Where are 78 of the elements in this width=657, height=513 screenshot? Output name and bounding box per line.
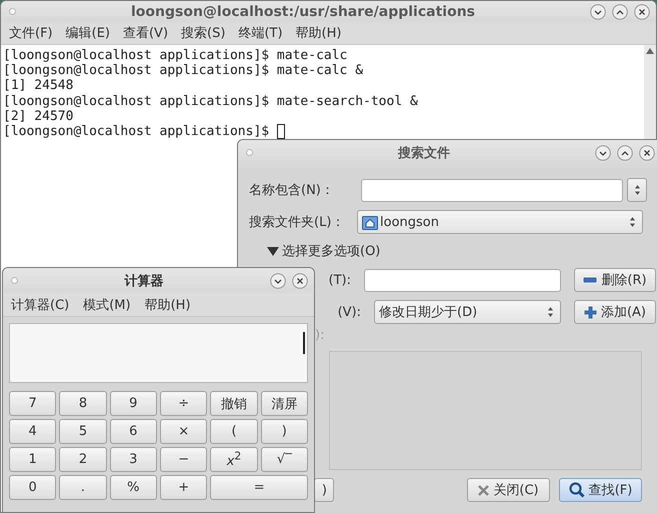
calculator-key[interactable]: % xyxy=(110,475,157,500)
calculator-key[interactable]: 7 xyxy=(9,391,56,416)
window-title: loongson@localhost:/usr/share/applications xyxy=(130,4,476,20)
calculator-key[interactable]: ( xyxy=(210,419,258,444)
maximize-icon[interactable] xyxy=(617,144,633,160)
history-spin-button[interactable] xyxy=(627,178,647,202)
expander-label[interactable]: 选择更多选项(O) xyxy=(282,242,380,260)
home-folder-icon xyxy=(362,214,378,230)
list-label: ): xyxy=(315,328,326,343)
terminal-line: [loongson@localhost applications]$ xyxy=(3,124,270,140)
terminal-line: [loongson@localhost applications]$ mate-calc & xyxy=(3,63,364,78)
updown-icon[interactable] xyxy=(547,306,554,318)
combo-value: 修改日期少于(D) xyxy=(379,304,478,321)
maximize-icon[interactable] xyxy=(612,4,628,20)
updown-icon[interactable] xyxy=(634,184,640,196)
terminal-line: [1] 24548 xyxy=(3,78,74,94)
folder-name: loongson xyxy=(380,214,440,230)
folder-combo[interactable]: loongson xyxy=(357,210,643,234)
menu-item[interactable]: 帮助(H) xyxy=(144,296,191,314)
option-label: (T): xyxy=(328,272,351,288)
menu-item[interactable]: 搜索(S) xyxy=(181,24,226,42)
menu-item[interactable]: 模式(M) xyxy=(83,296,131,314)
calculator-key[interactable]: 9 xyxy=(110,391,157,416)
search-icon xyxy=(568,482,585,498)
calculator-key[interactable]: × xyxy=(160,419,208,444)
option-field[interactable] xyxy=(364,268,561,292)
add-button[interactable]: 添加(A) xyxy=(574,300,656,324)
menu-item[interactable]: 文件(F) xyxy=(9,24,53,42)
calculator-key[interactable]: . xyxy=(59,475,107,500)
calculator-key[interactable]: 3 xyxy=(110,447,157,472)
menu-item[interactable]: 计算器(C) xyxy=(11,296,70,314)
calculator-key[interactable]: ) xyxy=(260,419,308,444)
terminal-line: [loongson@localhost applications]$ mate-search-tool & xyxy=(3,94,418,109)
minimize-icon[interactable] xyxy=(590,4,606,20)
menu-item[interactable]: 编辑(E) xyxy=(66,24,110,42)
calculator-key[interactable]: 5 xyxy=(59,419,107,444)
text-cursor xyxy=(276,124,285,140)
menu-item[interactable]: 查看(V) xyxy=(122,24,168,42)
calculator-key[interactable]: 6 xyxy=(110,419,157,444)
plus-icon xyxy=(584,306,597,318)
calculator-key[interactable]: 8 xyxy=(59,391,107,416)
window-title: 计算器 xyxy=(123,272,164,290)
dialog-button[interactable]: ) xyxy=(314,478,334,502)
minimize-icon[interactable] xyxy=(270,272,286,288)
close-icon[interactable] xyxy=(292,272,308,288)
menu-item[interactable]: 帮助(H) xyxy=(296,24,342,42)
find-button[interactable]: 查找(F) xyxy=(559,478,642,502)
calculator-key[interactable]: + xyxy=(160,475,208,500)
field-label: 搜索文件夹(L)： xyxy=(249,214,344,231)
window-title: 搜索文件 xyxy=(396,144,451,162)
option-combo[interactable]: 修改日期少于(D) xyxy=(374,300,561,324)
field-label: 名称包含(N)： xyxy=(249,182,334,199)
minus-icon xyxy=(583,277,598,283)
name-field[interactable] xyxy=(361,178,623,202)
calculator-key[interactable]: 4 xyxy=(9,419,56,444)
close-icon[interactable] xyxy=(634,4,650,20)
close-icon xyxy=(478,484,490,496)
calculator-key[interactable]: √‾ xyxy=(260,447,308,472)
close-icon[interactable] xyxy=(639,144,655,160)
option-label: (V): xyxy=(338,304,361,320)
calculator-key[interactable]: 清屏 xyxy=(260,391,308,416)
collapse-arrow-icon[interactable] xyxy=(267,246,279,256)
calculator-key[interactable]: 1 xyxy=(9,447,56,472)
terminal-line: [2] 24570 xyxy=(3,108,74,124)
scroll-up-icon[interactable] xyxy=(646,48,654,54)
calculator-key[interactable]: − xyxy=(160,447,208,472)
calculator-key[interactable]: ÷ xyxy=(160,391,208,416)
menu-item[interactable]: 终端(T) xyxy=(238,24,283,42)
updown-icon[interactable] xyxy=(629,216,636,228)
calculator-key[interactable]: 2 xyxy=(59,447,107,472)
remove-button[interactable]: 删除(R) xyxy=(574,268,656,292)
calculator-key[interactable]: x$^{2}$ xyxy=(210,447,258,472)
close-button[interactable]: 关闭(C) xyxy=(467,478,550,502)
calculator-key[interactable]: 0 xyxy=(9,475,56,500)
minimize-icon[interactable] xyxy=(595,144,611,160)
calculator-key[interactable]: = xyxy=(210,475,308,500)
terminal-line: [loongson@localhost applications]$ mate-calc xyxy=(3,48,348,64)
calculator-key[interactable]: 撤销 xyxy=(210,391,258,416)
